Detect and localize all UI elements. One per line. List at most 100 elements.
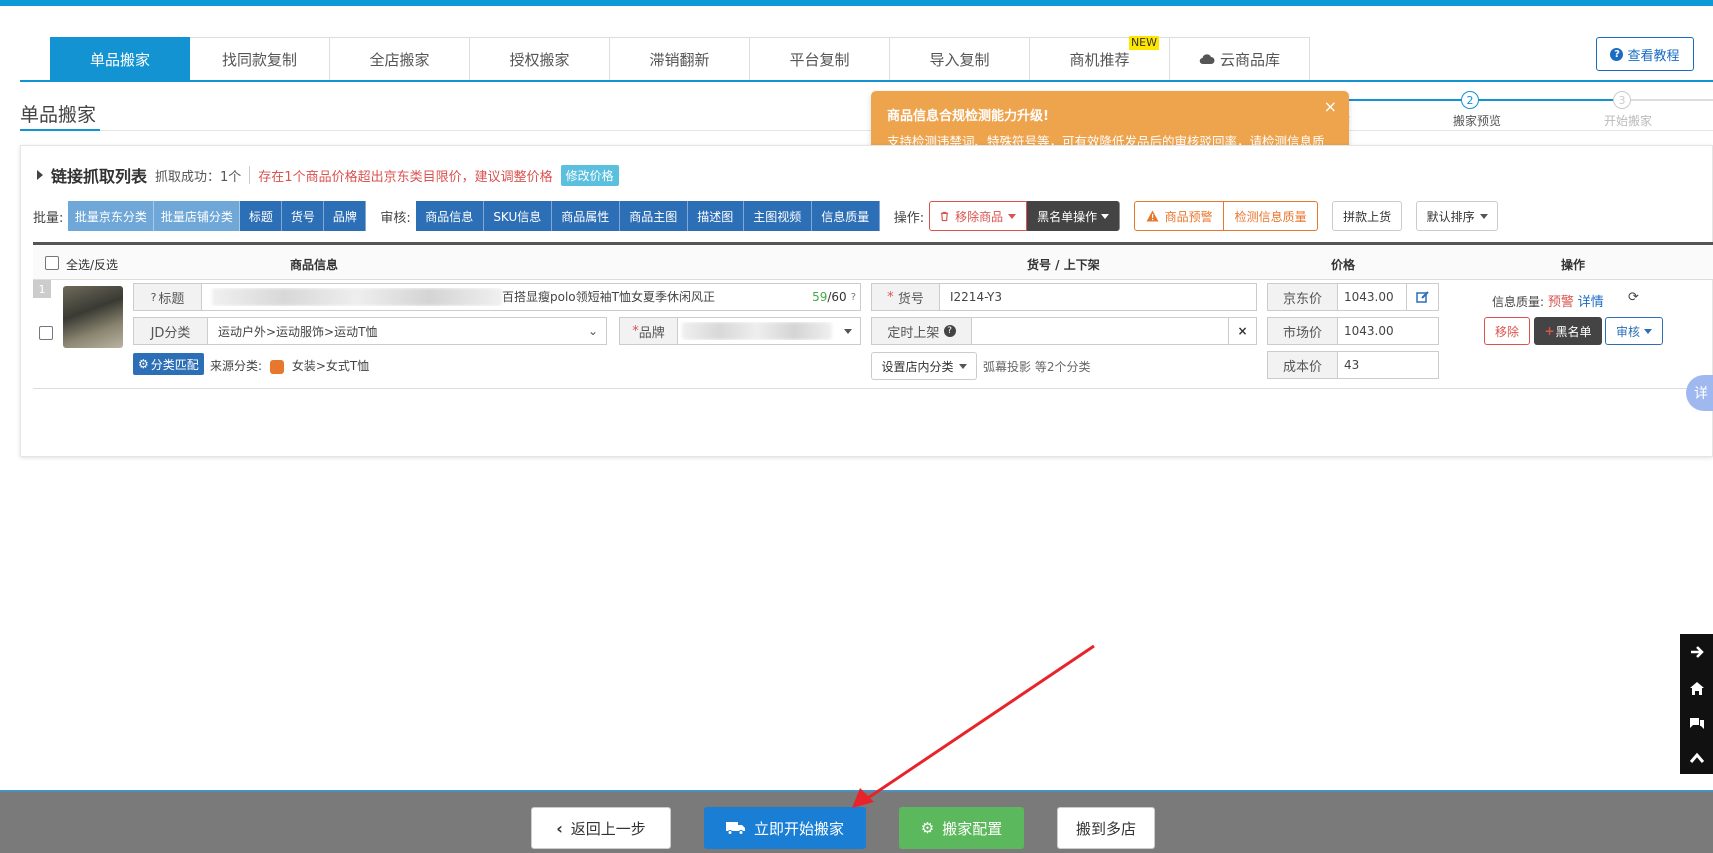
- shop-category-button[interactable]: 设置店内分类: [871, 352, 977, 380]
- cost-price-label: 成本价: [1268, 352, 1338, 378]
- row-remove-button[interactable]: 移除: [1484, 317, 1530, 345]
- tab-authorized[interactable]: 授权搬家: [470, 37, 610, 81]
- batch-shop-category-button[interactable]: 批量店铺分类: [154, 201, 241, 231]
- row-audit-button[interactable]: 审核: [1605, 317, 1663, 345]
- col-sku-shelf: 货号 / 上下架: [1027, 258, 1100, 272]
- home-icon[interactable]: [1689, 681, 1705, 696]
- batch-label: 批量:: [33, 210, 64, 226]
- op-group: 移除商品 黑名单操作: [929, 201, 1121, 231]
- tab-label: 授权搬家: [509, 50, 570, 69]
- shop-category-text: 弧幕投影 等2个分类: [983, 360, 1091, 374]
- market-price-field[interactable]: 市场价 1043.00: [1267, 317, 1439, 345]
- product-thumbnail[interactable]: [63, 286, 123, 348]
- scheduled-shelf-field[interactable]: 定时上架 ? ×: [871, 317, 1257, 345]
- tab-label: 平台复制: [789, 50, 850, 69]
- tab-refresh[interactable]: 滞销翻新: [610, 37, 750, 81]
- title-char-count: 59/60: [812, 290, 851, 304]
- audit-sku-info-button[interactable]: SKU信息: [483, 201, 552, 231]
- market-price-value[interactable]: 1043.00: [1338, 324, 1438, 338]
- cost-price-value[interactable]: 43: [1338, 358, 1438, 372]
- col-product-info: 商品信息: [290, 258, 339, 272]
- tab-import-copy[interactable]: 导入复制: [890, 37, 1030, 81]
- brand-addon: * 品牌: [620, 318, 678, 344]
- sort-label: 默认排序: [1426, 209, 1475, 224]
- arrow-right-icon[interactable]: [1689, 644, 1705, 660]
- chevron-down-icon: [1479, 213, 1488, 219]
- brand-select[interactable]: * 品牌: [619, 317, 861, 345]
- panel-title: 链接抓取列表: [51, 167, 148, 186]
- modify-price-button[interactable]: 修改价格: [560, 164, 619, 186]
- remove-product-button[interactable]: 移除商品: [929, 201, 1028, 231]
- tab-whole-store[interactable]: 全店搬家: [330, 37, 470, 81]
- audit-attributes-button[interactable]: 商品属性: [551, 201, 620, 231]
- tab-platform-copy[interactable]: 平台复制: [750, 37, 890, 81]
- tab-opportunity[interactable]: 商机推荐 NEW: [1030, 36, 1170, 81]
- row-number: 1: [33, 280, 51, 298]
- batch-group: 批量京东分类 批量店铺分类 标题 货号 品牌: [68, 201, 367, 231]
- quality-detail-link[interactable]: 详情: [1578, 295, 1604, 310]
- blacklist-op-button[interactable]: 黑名单操作: [1027, 201, 1121, 231]
- title-field[interactable]: ? 标题 百搭显瘦polo领短袖T恤女夏季休闲风正 59/60 ?: [133, 283, 861, 311]
- row-checkbox[interactable]: [39, 326, 53, 340]
- category-match-button[interactable]: ⚙ 分类匹配: [133, 353, 204, 375]
- clear-icon[interactable]: ×: [1228, 318, 1256, 344]
- divider: [249, 166, 251, 184]
- tab-label: 云商品库: [1219, 50, 1280, 69]
- jd-category-value: 运动户外>运动服饰>运动T恤: [218, 324, 378, 339]
- audit-video-button[interactable]: 主图视频: [743, 201, 812, 231]
- close-icon[interactable]: ×: [1324, 97, 1337, 116]
- jd-category-select[interactable]: JD分类 运动户外>运动服饰>运动T恤 ⌄: [133, 317, 607, 345]
- step-circle-2: 2: [1461, 91, 1479, 109]
- question-icon: ?: [1610, 47, 1624, 61]
- batch-jd-category-button[interactable]: 批量京东分类: [68, 201, 155, 231]
- col-operation: 操作: [1561, 258, 1586, 272]
- sku-field[interactable]: * 货号 I2214-Y3: [871, 283, 1257, 311]
- audit-product-info-button[interactable]: 商品信息: [415, 201, 484, 231]
- jd-price-field[interactable]: 京东价 1043.00: [1267, 283, 1439, 311]
- count-max: /60: [827, 290, 847, 304]
- divider: [20, 130, 1713, 131]
- tab-single-move[interactable]: 单品搬家: [50, 37, 190, 81]
- timer-addon: 定时上架 ?: [872, 318, 972, 344]
- batch-title-button[interactable]: 标题: [240, 201, 283, 231]
- caret-right-icon[interactable]: [37, 170, 43, 180]
- audit-main-image-button[interactable]: 商品主图: [619, 201, 688, 231]
- table-header: 全选/反选 商品信息 货号 / 上下架 价格 操作: [33, 242, 1713, 280]
- question-icon: ?: [150, 290, 157, 304]
- sort-dropdown[interactable]: 默认排序: [1416, 201, 1499, 231]
- batch-sku-button[interactable]: 货号: [282, 201, 325, 231]
- info-quality: 信息质量: 预警 详情: [1492, 291, 1604, 310]
- select-all-label[interactable]: 全选/反选: [66, 256, 118, 273]
- move-config-button[interactable]: ⚙ 搬家配置: [899, 807, 1024, 849]
- row-blacklist-button[interactable]: + 黑名单: [1534, 317, 1602, 345]
- cost-price-field[interactable]: 成本价 43: [1267, 351, 1439, 379]
- pin-listing-button[interactable]: 拼款上货: [1332, 201, 1403, 231]
- multi-store-button[interactable]: 搬到多店: [1057, 807, 1155, 849]
- refresh-icon[interactable]: ⟳: [1628, 290, 1639, 305]
- back-button[interactable]: ‹ 返回上一步: [531, 807, 671, 849]
- jd-price-value[interactable]: 1043.00: [1338, 290, 1406, 304]
- chevron-left-icon: ‹: [556, 818, 563, 838]
- chevron-up-icon[interactable]: [1689, 752, 1705, 764]
- edit-icon[interactable]: [1406, 284, 1438, 310]
- select-all-checkbox[interactable]: [45, 256, 59, 270]
- tab-cloud-library[interactable]: 云商品库: [1170, 37, 1310, 81]
- audit-quality-button[interactable]: 信息质量: [811, 201, 880, 231]
- step-label-3: 开始搬家: [1604, 114, 1653, 128]
- start-move-button[interactable]: 立即开始搬家: [704, 807, 866, 849]
- product-warning-button[interactable]: 商品预警: [1134, 201, 1225, 231]
- jd-category-label: JD分类: [134, 318, 208, 344]
- audit-desc-image-button[interactable]: 描述图: [687, 201, 744, 231]
- batch-brand-button[interactable]: 品牌: [324, 201, 367, 231]
- tab-find-same[interactable]: 找同款复制: [190, 37, 330, 81]
- remove-label: 移除商品: [955, 209, 1004, 224]
- quality-warn-link[interactable]: 预警: [1548, 295, 1574, 310]
- check-quality-button[interactable]: 检测信息质量: [1224, 201, 1319, 231]
- blurred-text: [212, 288, 502, 307]
- popover-title: 商品信息合规检测能力升级!: [887, 109, 1049, 124]
- chat-icon[interactable]: [1688, 716, 1705, 731]
- title-input[interactable]: 百搭显瘦polo领短袖T恤女夏季休闲风正: [202, 288, 812, 307]
- help-tutorial-button[interactable]: ? 查看教程: [1596, 37, 1694, 71]
- sku-value[interactable]: I2214-Y3: [940, 290, 1256, 304]
- match-label: 分类匹配: [150, 357, 199, 372]
